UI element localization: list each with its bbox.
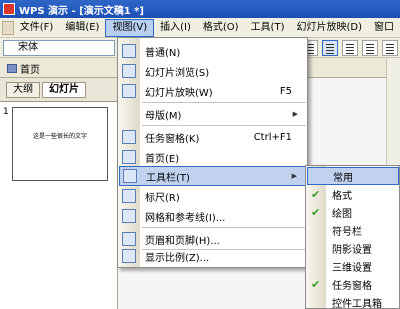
menu-grip-icon <box>2 20 14 35</box>
font-select[interactable]: 宋体 <box>3 40 115 56</box>
view-menu-slideshow[interactable]: 幻灯片放映(W) F5 <box>119 81 306 101</box>
toolbar-symbols[interactable]: 符号栏 <box>307 221 399 239</box>
menu-format[interactable]: 格式(O) <box>197 19 245 37</box>
menu-edit[interactable]: 编辑(E) <box>59 19 105 37</box>
view-menu-dropdown: 普通(N) 幻灯片浏览(S) 幻灯片放映(W) F5 母版(M) ▶ 任务窗格(… <box>117 37 308 268</box>
tab-home-label: 首页 <box>20 64 40 76</box>
toolbars-submenu: 常用 ✔ 格式 ✔ 绘图 符号栏 阴影设置 三维设置 ✔ 任务窗格 控件工具箱 <box>305 165 400 309</box>
submenu-arrow-icon: ▶ <box>291 172 297 180</box>
justify-icon[interactable] <box>382 40 398 56</box>
toolbar-format[interactable]: ✔ 格式 <box>307 185 399 203</box>
menu-view[interactable]: 视图(V) <box>105 18 155 37</box>
normal-view-icon <box>122 44 136 58</box>
menu-insert[interactable]: 插入(I) <box>154 19 197 37</box>
view-menu-ruler[interactable]: 标尺(R) <box>119 186 306 206</box>
tab-slides[interactable]: 幻灯片 <box>42 82 86 98</box>
slide-thumbnail[interactable]: 这是一些很长的文字 <box>12 107 108 181</box>
task-pane-icon <box>122 130 136 144</box>
view-menu-toolbars[interactable]: 工具栏(T) ▶ <box>119 166 306 186</box>
wps-presentation-icon <box>3 3 15 15</box>
view-menu-normal[interactable]: 普通(N) <box>119 41 306 61</box>
tab-home[interactable]: 首页 <box>3 60 44 76</box>
ruler-icon <box>122 189 136 203</box>
menu-bar: 文件(F) 编辑(E) 视图(V) 插入(I) 格式(O) 工具(T) 幻灯片放… <box>0 18 400 38</box>
submenu-arrow-icon: ▶ <box>292 110 298 118</box>
home-icon <box>122 150 136 164</box>
menu-file[interactable]: 文件(F) <box>14 19 60 37</box>
panel-tabs: 大纲 幻灯片 <box>6 82 86 98</box>
toolbar-drawing[interactable]: ✔ 绘图 <box>307 203 399 221</box>
toolbar-icon <box>123 169 137 183</box>
toolbar-shadow[interactable]: 阴影设置 <box>307 239 399 257</box>
view-menu-grid[interactable]: 网格和参考线(I)... <box>119 206 306 226</box>
zoom-icon <box>122 249 136 263</box>
checkmark-icon: ✔ <box>311 277 321 291</box>
align-left-button-icon[interactable] <box>322 40 338 56</box>
slide-thumbnail-text: 这是一些很长的文字 <box>32 133 87 140</box>
title-bar: WPS 演示 - [演示文稿1 *] <box>0 0 400 18</box>
checkmark-icon: ✔ <box>311 205 321 219</box>
view-menu-master[interactable]: 母版(M) ▶ <box>119 104 306 124</box>
view-menu-home[interactable]: 首页(E) <box>119 147 306 167</box>
slide-sorter-icon <box>122 64 136 78</box>
view-menu-slide-sorter[interactable]: 幻灯片浏览(S) <box>119 61 306 81</box>
grid-icon <box>122 209 136 223</box>
menu-separator <box>142 102 306 103</box>
align-right-icon[interactable] <box>362 40 378 56</box>
home-icon <box>7 63 17 73</box>
toolbar-task-pane[interactable]: ✔ 任务窗格 <box>307 275 399 293</box>
align-center-icon[interactable] <box>342 40 358 56</box>
menu-window[interactable]: 窗口 <box>368 19 400 37</box>
menu-separator <box>142 227 306 228</box>
menu-separator <box>142 125 306 126</box>
thumbnail-list: 1 这是一些很长的文字 <box>0 101 117 309</box>
toolbar-standard[interactable]: 常用 <box>307 167 399 185</box>
window-title: WPS 演示 - [演示文稿1 *] <box>19 5 144 17</box>
menu-slideshow[interactable]: 幻灯片放映(D) <box>290 19 368 37</box>
checkmark-icon: ✔ <box>311 187 321 201</box>
slides-panel: 大纲 幻灯片 1 这是一些很长的文字 <box>0 78 118 309</box>
menu-tools[interactable]: 工具(T) <box>245 19 291 37</box>
header-footer-icon <box>122 232 136 246</box>
view-menu-task-pane[interactable]: 任务窗格(K) Ctrl+F1 <box>119 127 306 147</box>
toolbar-3d[interactable]: 三维设置 <box>307 257 399 275</box>
slideshow-icon <box>122 84 136 98</box>
tab-outline[interactable]: 大纲 <box>6 82 40 98</box>
slide-number: 1 <box>3 107 9 117</box>
toolbar-controls[interactable]: 控件工具箱 <box>307 293 399 309</box>
view-menu-zoom[interactable]: 显示比例(Z)... <box>119 246 306 266</box>
